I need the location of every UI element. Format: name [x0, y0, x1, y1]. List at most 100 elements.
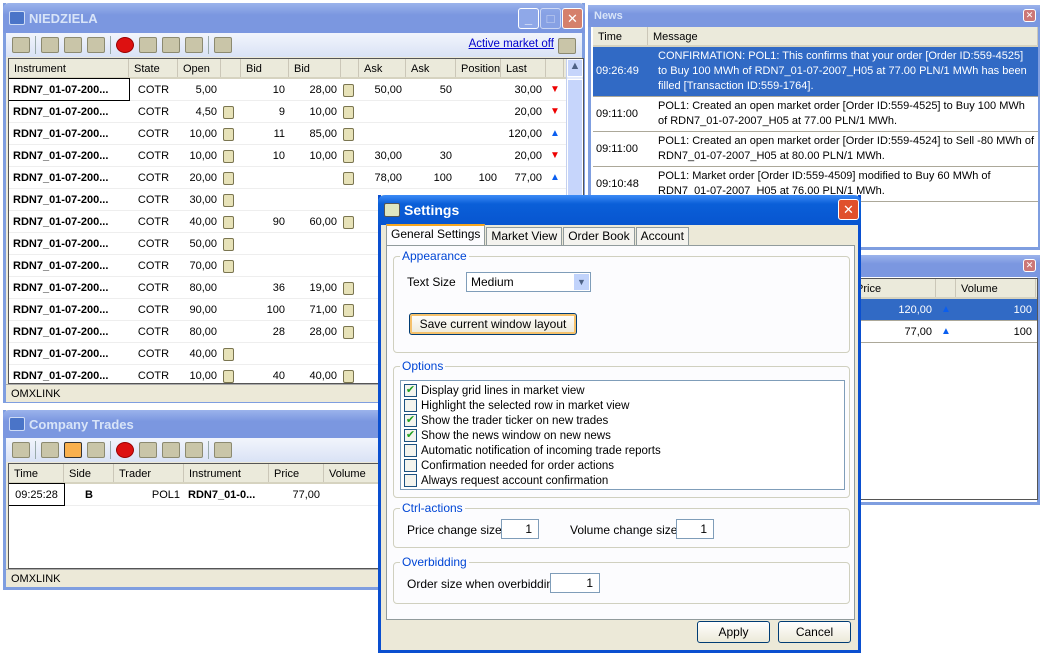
icon-cell[interactable]: [221, 123, 241, 144]
magnifier-icon[interactable]: [12, 37, 30, 53]
news-item[interactable]: 09:11:00 POL1: Created an open market ord…: [593, 132, 1038, 167]
icon-cell[interactable]: [221, 189, 241, 210]
save-layout-button[interactable]: Save current window layout: [409, 313, 577, 335]
tab-order-book[interactable]: Order Book: [563, 227, 635, 245]
column-header[interactable]: [221, 59, 241, 77]
stop-icon[interactable]: [116, 442, 134, 458]
icon-cell[interactable]: [341, 365, 359, 383]
notebook-icon[interactable]: [223, 259, 234, 273]
column-header[interactable]: Bid: [241, 59, 289, 77]
notebook-icon[interactable]: [223, 237, 234, 251]
checkbox-unchecked[interactable]: [404, 444, 417, 457]
checkbox-checked[interactable]: ✔: [404, 429, 417, 442]
icon-cell[interactable]: [341, 299, 359, 320]
column-header[interactable]: Price: [269, 464, 324, 482]
icon-cell[interactable]: [221, 277, 241, 298]
layout-icon[interactable]: [558, 38, 576, 54]
note-icon[interactable]: [343, 127, 354, 141]
add-order-icon[interactable]: [87, 442, 105, 458]
cancel-button[interactable]: Cancel: [778, 621, 851, 643]
instrument-cell[interactable]: RDN7_01-07-200...: [9, 101, 129, 122]
edit-icon[interactable]: [343, 171, 354, 185]
notebook-icon[interactable]: [223, 149, 234, 163]
notebook-icon[interactable]: [223, 193, 234, 207]
icon-cell[interactable]: [341, 101, 359, 122]
windows-menu-icon[interactable]: [214, 37, 232, 53]
order-book-icon[interactable]: [139, 442, 157, 458]
instrument-cell[interactable]: RDN7_01-07-200...: [9, 365, 129, 383]
order-link-icon[interactable]: [64, 37, 82, 53]
column-header[interactable]: Trader: [114, 464, 184, 482]
tab-general-settings[interactable]: General Settings: [386, 224, 486, 245]
notebook-icon[interactable]: [223, 105, 234, 119]
icon-cell[interactable]: [221, 321, 241, 342]
checkbox-unchecked[interactable]: [404, 474, 417, 487]
tab-account[interactable]: Account: [635, 227, 689, 245]
column-header[interactable]: Open: [178, 59, 221, 77]
ticker-close-button[interactable]: ✕: [1023, 259, 1036, 272]
icon-cell[interactable]: [341, 255, 359, 276]
windows-menu-icon[interactable]: [214, 442, 232, 458]
volume-change-input[interactable]: 1: [676, 519, 714, 539]
icon-cell[interactable]: [221, 211, 241, 232]
table-row[interactable]: RDN7_01-07-200... COTR 20,00 78,00 100 100 77,…: [9, 167, 583, 189]
table-row[interactable]: RDN7_01-07-200... COTR 10,00 11 85,00 120,00 ▲: [9, 123, 583, 145]
notebook-icon[interactable]: [223, 347, 234, 361]
column-header[interactable]: Position: [456, 59, 501, 77]
table-row[interactable]: RDN7_01-07-200... COTR 5,00 10 28,00 50,00 50 3…: [9, 78, 583, 101]
column-header[interactable]: Bid: [289, 59, 341, 77]
icon-cell[interactable]: [341, 123, 359, 144]
column-header[interactable]: Ask: [359, 59, 406, 77]
column-header[interactable]: [341, 59, 359, 77]
scroll-up-button[interactable]: ▲: [567, 59, 583, 77]
checkbox-checked[interactable]: ✔: [404, 384, 417, 397]
price-change-input[interactable]: 1: [501, 519, 539, 539]
column-header[interactable]: Instrument: [184, 464, 269, 482]
icon-cell[interactable]: [341, 79, 359, 100]
chevron-down-icon[interactable]: ▼: [574, 274, 589, 290]
option-item[interactable]: Confirmation needed for order actions: [401, 458, 844, 473]
option-item[interactable]: ✔ Display grid lines in market view: [401, 383, 844, 398]
instrument-cell[interactable]: RDN7_01-07-200...: [9, 167, 129, 188]
icon-cell[interactable]: [221, 233, 241, 254]
news-item[interactable]: 09:26:49 CONFIRMATION: POL1: This confirm…: [593, 47, 1038, 97]
order-link-icon[interactable]: [64, 442, 82, 458]
apply-button[interactable]: Apply: [697, 621, 770, 643]
icon-cell[interactable]: [341, 321, 359, 342]
column-header[interactable]: Last: [501, 59, 546, 77]
note-icon[interactable]: [343, 281, 354, 295]
scroll-thumb[interactable]: [567, 79, 583, 199]
active-market-link[interactable]: Active market off: [469, 38, 554, 50]
icon-cell[interactable]: [341, 343, 359, 364]
table-row[interactable]: RDN7_01-07-200... COTR 10,00 10 10,00 30,00 30…: [9, 145, 583, 167]
table-row[interactable]: 09:25:28 B POL1 RDN7_01-0... 77,00: [9, 483, 385, 506]
news-item[interactable]: 09:11:00 POL1: Created an open market ord…: [593, 97, 1038, 132]
note-icon[interactable]: [343, 215, 354, 229]
icon-cell[interactable]: [341, 233, 359, 254]
settings-title-bar[interactable]: Settings ✕: [378, 195, 861, 225]
icon-cell[interactable]: [341, 211, 359, 232]
option-item[interactable]: Highlight the selected row in market vie…: [401, 398, 844, 413]
ticker-row[interactable]: 77,00 ▲ 100: [856, 321, 1037, 343]
close-button[interactable]: ✕: [562, 8, 583, 29]
column-header[interactable]: Volume: [324, 464, 384, 482]
icon-cell[interactable]: [221, 299, 241, 320]
chat-icon[interactable]: [162, 442, 180, 458]
minimize-button[interactable]: _: [518, 8, 539, 29]
instrument-cell[interactable]: RDN7_01-07-200...: [9, 343, 129, 364]
icon-cell[interactable]: [341, 167, 359, 188]
option-item[interactable]: ✔ Show the trader ticker on new trades: [401, 413, 844, 428]
chat-icon[interactable]: [162, 37, 180, 53]
overbid-size-input[interactable]: 1: [550, 573, 600, 593]
settings-checklist-icon[interactable]: [185, 442, 203, 458]
notebook-icon[interactable]: [223, 215, 234, 229]
checkbox-checked[interactable]: ✔: [404, 414, 417, 427]
notebook-icon[interactable]: [223, 127, 234, 141]
icon-cell[interactable]: [221, 255, 241, 276]
icon-cell[interactable]: [221, 145, 241, 166]
order-book-icon[interactable]: [139, 37, 157, 53]
option-item[interactable]: Always request account confirmation: [401, 473, 844, 488]
instrument-cell[interactable]: RDN7_01-07-200...: [9, 233, 129, 254]
tab-market-view[interactable]: Market View: [486, 227, 563, 245]
notebook-icon[interactable]: [223, 171, 234, 185]
